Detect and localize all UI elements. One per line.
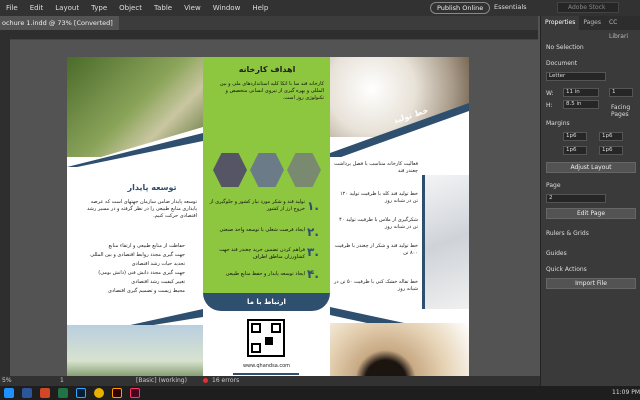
- clock[interactable]: 11:09 PM: [612, 389, 640, 396]
- publish-online-button[interactable]: Publish Online: [430, 2, 491, 14]
- zoom-level[interactable]: 5%: [2, 377, 12, 384]
- website-url: www.qhandsa.com: [242, 363, 291, 369]
- document-tab[interactable]: ochure 1.indd @ 73% [Converted]: [0, 16, 119, 30]
- goals-body: کارخانه قند سا با اتکا کلیه استانداردهای…: [219, 81, 324, 101]
- tab-properties[interactable]: Properties: [541, 16, 580, 30]
- width-field[interactable]: 11 in: [563, 88, 599, 97]
- menu-table[interactable]: Table: [148, 4, 178, 12]
- preflight-errors[interactable]: 16 errors: [212, 377, 239, 384]
- production-bullet-4: خط تولید قند و شکر از چغندر با ظرفیت ۸۰۰…: [334, 243, 418, 256]
- menu-file[interactable]: File: [0, 4, 24, 12]
- sprinkler-photo: [67, 325, 203, 376]
- rulers-grids-label: Rulers & Grids: [546, 230, 589, 237]
- menu-edit[interactable]: Edit: [24, 4, 50, 12]
- sustainable-bullet-5: تغییر کیفیت رشد اقتصادی: [131, 279, 185, 285]
- goal-text-4: ایجاد توسعه پایدار و حفظ منابع طبیعی: [225, 271, 305, 277]
- contact-title: ارتباط با ما: [203, 293, 330, 311]
- sustainable-body: توسعه پایدار ضامن سازمان جهتهای است که ع…: [87, 199, 197, 219]
- page-section-label: Page: [546, 182, 561, 189]
- goal-number-2: ۲.: [307, 225, 319, 239]
- quick-actions-label: Quick Actions: [546, 266, 587, 273]
- page-size-select[interactable]: Letter: [546, 72, 606, 81]
- indesign-icon[interactable]: [130, 388, 140, 398]
- margin-bottom-field[interactable]: 1p6: [563, 146, 587, 155]
- sustainable-bullet-1: حفاظت از منابع طبیعی و ارتقاء منابع: [108, 243, 186, 249]
- sustainable-bullet-6: محیط زیست و تصمیم گیری اقتصادی: [107, 288, 185, 294]
- menu-type[interactable]: Type: [85, 4, 113, 12]
- goal-text-1: تولید قند و شکر مورد نیاز کشور و جلوگیری…: [209, 199, 305, 212]
- facing-pages-checkbox[interactable]: Facing Pages: [611, 104, 640, 118]
- document-tab-bar: ochure 1.indd @ 73% [Converted]: [0, 16, 538, 30]
- menu-object[interactable]: Object: [113, 4, 148, 12]
- start-icon[interactable]: [4, 388, 14, 398]
- guides-label: Guides: [546, 250, 567, 257]
- chrome-icon[interactable]: [94, 388, 104, 398]
- menu-view[interactable]: View: [178, 4, 207, 12]
- goal-number-4: ۴.: [307, 267, 319, 281]
- stock-search-input[interactable]: Adobe Stock: [557, 2, 619, 13]
- workspace-switcher[interactable]: Essentials: [494, 3, 527, 11]
- goal-number-3: ۳.: [307, 245, 319, 259]
- tab-cc-libraries[interactable]: CC Librari: [605, 16, 640, 40]
- panel-goals: اهداف کارخانه کارخانه قند سا با اتکا کلی…: [203, 57, 330, 376]
- photoshop-icon[interactable]: [76, 388, 86, 398]
- menu-layout[interactable]: Layout: [49, 4, 85, 12]
- margin-right-field[interactable]: 1p6: [599, 146, 623, 155]
- goal-text-2: ایجاد فرصت شغلی با توسعه واحد صنعتی: [219, 227, 305, 233]
- import-file-button[interactable]: Import File: [546, 278, 636, 289]
- horizontal-ruler[interactable]: [10, 30, 538, 40]
- panel-sustainable: توسعه پایدار توسعه پایدار ضامن سازمان جه…: [67, 57, 203, 376]
- url-underline: [233, 373, 299, 375]
- powerpoint-icon[interactable]: [40, 388, 50, 398]
- excel-icon[interactable]: [58, 388, 68, 398]
- width-label: W:: [546, 90, 554, 97]
- brochure-spread[interactable]: توسعه پایدار توسعه پایدار ضامن سازمان جه…: [67, 57, 469, 376]
- height-label: H:: [546, 102, 553, 109]
- pages-count-field[interactable]: 1: [609, 88, 633, 97]
- photo-wave-shape: [67, 127, 203, 167]
- adjust-layout-button[interactable]: Adjust Layout: [546, 162, 636, 173]
- tab-pages[interactable]: Pages: [579, 16, 605, 30]
- sustainable-bullet-3: تجدید حیات رشد اقتصادی: [131, 261, 185, 267]
- hex-photos: [213, 153, 321, 187]
- page-number[interactable]: 1: [60, 377, 64, 384]
- status-bar: 5% 1 [Basic] (working) 16 errors: [0, 376, 540, 386]
- selection-status: No Selection: [546, 44, 584, 51]
- production-bullet-5: خط تفاله خشک کنی با ظرفیت ۵۰ تن در شبانه…: [334, 279, 418, 292]
- molasses-photo: [330, 323, 469, 376]
- word-icon[interactable]: [22, 388, 32, 398]
- page-select[interactable]: 2: [546, 194, 606, 203]
- windows-taskbar: 11:09 PM: [0, 386, 640, 400]
- margin-top-field[interactable]: 1p6: [563, 132, 587, 141]
- preflight-profile[interactable]: [Basic] (working): [136, 377, 187, 384]
- error-dot-icon: [203, 378, 208, 383]
- production-bullet-2: خط تولید قند کله با ظرفیت تولید ۱۲۰ تن د…: [340, 191, 418, 204]
- sustainable-title: توسعه پایدار: [127, 183, 177, 192]
- document-canvas[interactable]: توسعه پایدار توسعه پایدار ضامن سازمان جه…: [10, 40, 538, 376]
- sustainable-bullet-4: جهت گیری مجدد دانش فنی (دانش بومی): [98, 270, 185, 276]
- menu-bar: File Edit Layout Type Object Table View …: [0, 0, 640, 16]
- menu-help[interactable]: Help: [246, 4, 274, 12]
- goal-text-3: فراهم کردن تضمین خرید چغندر قند جهت کشاو…: [219, 247, 305, 260]
- goal-number-1: ۱.: [307, 199, 319, 213]
- goals-title: اهداف کارخانه: [238, 65, 296, 74]
- properties-panel: Properties Pages CC Librari No Selection…: [540, 16, 640, 386]
- edit-page-button[interactable]: Edit Page: [546, 208, 636, 219]
- production-bullet-3: شکرگیری از ملاس با ظرفیت تولید ۴۰ تن در …: [339, 217, 418, 230]
- production-bullet-1: فعالیت کارخانه متناسب با فصل برداشت چغند…: [334, 161, 418, 174]
- menu-window[interactable]: Window: [207, 4, 247, 12]
- margin-left-field[interactable]: 1p6: [599, 132, 623, 141]
- height-field[interactable]: 8.5 in: [563, 100, 599, 109]
- qr-code: [247, 319, 285, 357]
- sustainable-bullet-2: جهت گیری مجدد روابط اقتصادی و بین المللی: [90, 252, 185, 258]
- illustrator-icon[interactable]: [112, 388, 122, 398]
- sugar-cubes-photo: [422, 175, 469, 309]
- document-section-label: Document: [546, 60, 578, 67]
- margins-section-label: Margins: [546, 120, 570, 127]
- panel-production: خط تولید فعالیت کارخانه متناسب با فصل بر…: [330, 57, 469, 376]
- vertical-ruler[interactable]: [0, 30, 10, 376]
